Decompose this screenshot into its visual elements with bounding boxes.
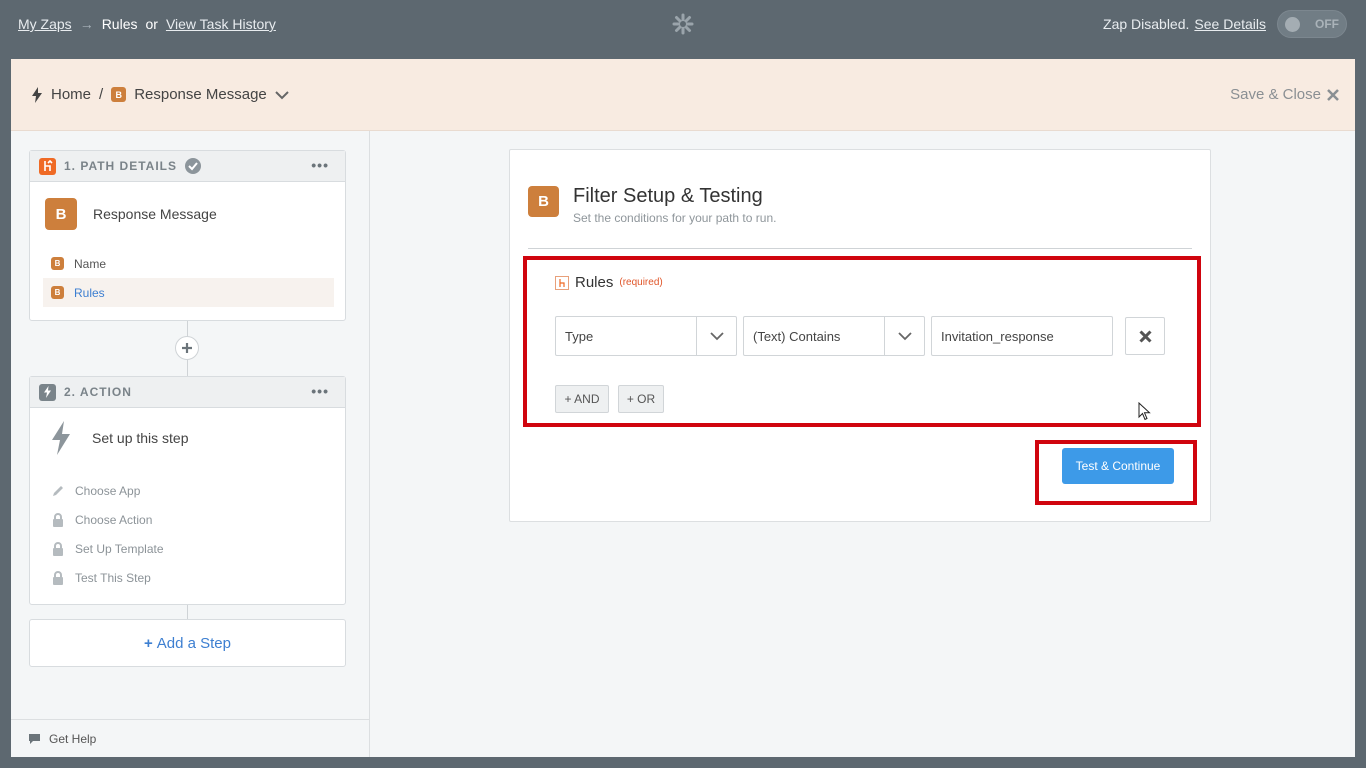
chevron-down-icon: [696, 317, 736, 355]
close-icon: [1327, 88, 1339, 101]
step-item-label: Choose Action: [75, 512, 153, 527]
home-link[interactable]: Home: [51, 86, 91, 103]
step-item-label: Rules: [74, 285, 105, 300]
action-card: 2. ACTION ••• Set up this step Choose Ap…: [29, 376, 346, 605]
value-input-text: Invitation_response: [941, 329, 1054, 344]
path-breadcrumb: Home / B Response Message: [31, 86, 289, 103]
condition-select-value: (Text) Contains: [753, 329, 841, 344]
rules-label-row: Rules (required): [555, 274, 663, 291]
remove-rule-button[interactable]: [1125, 317, 1165, 355]
zap-toggle[interactable]: OFF: [1277, 10, 1347, 38]
toggle-label: OFF: [1315, 17, 1339, 31]
breadcrumb-separator: /: [99, 86, 104, 103]
bolt-large-icon: [52, 421, 70, 455]
toggle-knob: [1285, 17, 1300, 32]
editor-header: Home / B Response Message Save & Close: [11, 59, 1355, 131]
required-label: (required): [619, 277, 663, 288]
editor-frame: Home / B Response Message Save & Close 1…: [11, 59, 1355, 757]
action-header[interactable]: 2. ACTION •••: [30, 377, 345, 408]
badge-icon: B: [51, 286, 64, 299]
pencil-icon: [53, 485, 63, 496]
or-button[interactable]: + OR: [618, 385, 664, 413]
step-item-name[interactable]: B Name: [30, 249, 347, 278]
step-item-set-up-template[interactable]: Set Up Template: [30, 534, 347, 563]
test-continue-button[interactable]: Test & Continue: [1062, 448, 1174, 484]
path-badge-icon: B: [111, 87, 127, 102]
path-badge-large: B: [45, 198, 77, 230]
path-step-list: B Name B Rules: [30, 249, 347, 307]
path-step-name: Response Message: [93, 206, 217, 222]
plus-icon: +: [144, 634, 153, 652]
more-options-icon[interactable]: •••: [311, 383, 329, 399]
zap-status-text: Zap Disabled.: [1103, 16, 1190, 32]
step-item-label: Name: [74, 256, 107, 271]
zap-status: Zap Disabled. See Details: [1103, 16, 1266, 32]
step-item-choose-action[interactable]: Choose Action: [30, 505, 347, 534]
arrow-icon: →: [79, 16, 94, 32]
step-item-choose-app[interactable]: Choose App: [30, 476, 347, 505]
mouse-cursor-icon: [1138, 402, 1151, 421]
task-history-link[interactable]: View Task History: [166, 16, 276, 32]
top-breadcrumb: My Zaps → Rules or View Task History: [18, 16, 276, 32]
current-page-label: Rules: [101, 16, 138, 32]
step-item-label: Set Up Template: [75, 541, 164, 556]
my-zaps-link[interactable]: My Zaps: [18, 16, 72, 32]
field-select[interactable]: Type: [555, 316, 737, 356]
more-options-icon[interactable]: •••: [311, 157, 329, 173]
path-name-dropdown[interactable]: Response Message: [134, 86, 267, 103]
step-item-label: Choose App: [75, 483, 141, 498]
path-rules-icon: [555, 275, 569, 290]
step-item-rules[interactable]: B Rules: [43, 278, 334, 307]
add-step-plus-icon[interactable]: [175, 336, 199, 360]
bolt-icon: [39, 383, 56, 401]
close-icon: [1138, 329, 1152, 343]
path-icon: [39, 157, 56, 175]
filter-setup-panel: B Filter Setup & Testing Set the conditi…: [509, 149, 1211, 522]
top-bar: My Zaps → Rules or View Task History Zap…: [0, 0, 1366, 49]
path-details-card: 1. PATH DETAILS ••• B Response Message B…: [29, 150, 346, 321]
add-step-button[interactable]: + Add a Step: [29, 619, 346, 667]
sidebar: 1. PATH DETAILS ••• B Response Message B…: [11, 131, 370, 757]
or-text: or: [145, 16, 158, 32]
path-badge-large: B: [528, 186, 559, 217]
divider: [528, 248, 1192, 249]
get-help-button[interactable]: Get Help: [11, 719, 370, 757]
chat-icon: [29, 733, 40, 744]
path-details-title: 1. PATH DETAILS: [64, 159, 178, 173]
panel-title: Filter Setup & Testing: [573, 185, 763, 207]
save-close-label: Save & Close: [1230, 86, 1321, 103]
check-circle-icon: [185, 158, 202, 174]
see-details-link[interactable]: See Details: [1194, 16, 1266, 32]
value-input[interactable]: Invitation_response: [931, 316, 1113, 356]
lock-icon: [53, 570, 63, 585]
field-select-value: Type: [565, 329, 594, 344]
chevron-down-icon[interactable]: [275, 90, 289, 100]
save-close-button[interactable]: Save & Close: [1230, 86, 1339, 103]
action-step-name: Set up this step: [92, 430, 189, 446]
path-details-header[interactable]: 1. PATH DETAILS •••: [30, 151, 345, 182]
and-button[interactable]: + AND: [555, 385, 609, 413]
lock-icon: [53, 541, 63, 556]
action-step-list: Choose App Choose Action Set Up Template…: [30, 476, 347, 592]
condition-select[interactable]: (Text) Contains: [743, 316, 925, 356]
action-title: 2. ACTION: [64, 385, 132, 399]
step-item-label: Test This Step: [75, 570, 151, 585]
action-step-summary: Set up this step: [50, 421, 189, 455]
badge-icon: B: [51, 257, 64, 270]
bolt-icon: [32, 86, 42, 103]
chevron-down-icon: [884, 317, 924, 355]
lock-icon: [53, 512, 63, 527]
step-item-test-this-step[interactable]: Test This Step: [30, 563, 347, 592]
get-help-label: Get Help: [49, 731, 97, 746]
add-step-label: Add a Step: [156, 634, 231, 652]
rules-label: Rules: [575, 274, 614, 291]
path-step-summary: B Response Message: [45, 198, 217, 230]
panel-subtitle: Set the conditions for your path to run.: [573, 211, 777, 225]
connector-line: [187, 605, 188, 619]
zapier-logo-icon: [672, 13, 694, 35]
